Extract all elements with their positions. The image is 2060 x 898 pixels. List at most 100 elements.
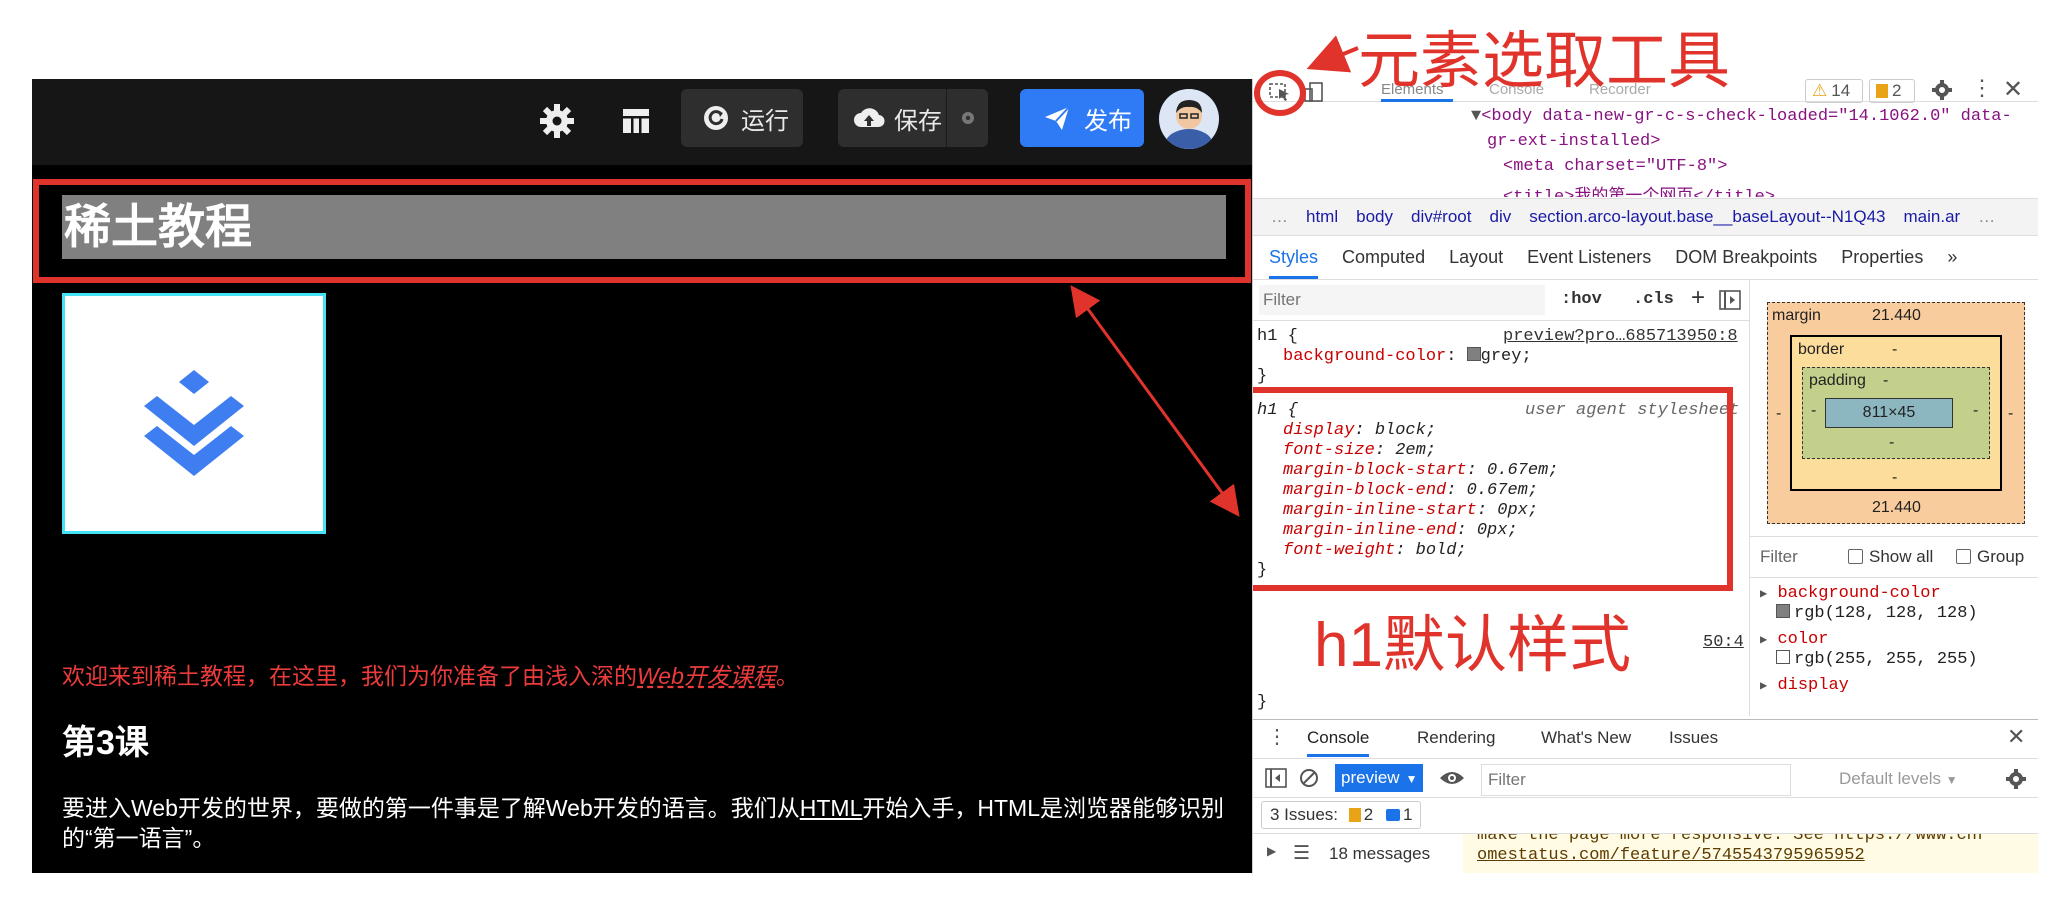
breadcrumb-div[interactable]: div	[1489, 207, 1511, 227]
element-picker-annotation: 元素选取工具	[1358, 27, 1731, 96]
more-options-icon[interactable]: ⋮	[1971, 79, 1993, 101]
computed-value-row: rgb(128, 128, 128)	[1776, 604, 1978, 623]
tab-dom-breakpoints[interactable]: DOM Breakpoints	[1675, 247, 1817, 268]
intro-text: 欢迎来到稀土教程，在这里，我们为你准备了由浅入深的Web开发课程。	[62, 657, 799, 691]
log-levels-dropdown[interactable]: Default levels ▼	[1839, 769, 1958, 789]
expand-arrow-icon[interactable]: ▶	[1267, 844, 1276, 858]
close-icon[interactable]: ✕	[2003, 79, 2023, 104]
publish-button[interactable]: 发布	[1020, 89, 1144, 147]
show-all-checkbox[interactable]: Show all	[1848, 547, 1933, 567]
tab-styles[interactable]: Styles	[1269, 247, 1319, 279]
breadcrumb-html[interactable]: html	[1306, 207, 1338, 227]
breadcrumb-main[interactable]: main.ar	[1904, 207, 1961, 227]
console-settings-icon[interactable]	[2005, 768, 2027, 790]
box-model-pane: margin 21.440 21.440 - - border - - padd…	[1750, 280, 2038, 716]
h1-highlight-box	[33, 179, 1251, 283]
breadcrumb-start[interactable]: …	[1271, 207, 1288, 227]
layout-grid-icon[interactable]	[616, 101, 656, 141]
computed-prop-name: color	[1777, 630, 1829, 649]
drawer-close-icon[interactable]: ✕	[2007, 724, 2025, 750]
run-label: 运行	[741, 107, 789, 135]
cls-toggle[interactable]: .cls	[1633, 290, 1674, 309]
tab-event-listeners[interactable]: Event Listeners	[1527, 247, 1651, 268]
computed-item[interactable]: ▶ color	[1760, 630, 1828, 649]
border-label: border	[1798, 341, 1845, 358]
rule1-source-link[interactable]: preview?pro…685713950:8	[1503, 327, 1738, 346]
settings-icon[interactable]	[1931, 79, 1953, 101]
rule1-selector[interactable]: h1 {	[1257, 327, 1298, 346]
context-selector[interactable]: preview ▼	[1335, 764, 1423, 792]
messages-count[interactable]: 18 messages	[1329, 844, 1430, 864]
styles-subtab-bar: Styles Computed Layout Event Listeners D…	[1253, 235, 2038, 280]
margin-left-value: -	[1776, 405, 1782, 422]
hov-toggle[interactable]: :hov	[1561, 290, 1602, 309]
drawer-tab-issues[interactable]: Issues	[1669, 728, 1718, 748]
tab-properties[interactable]: Properties	[1841, 247, 1923, 268]
issues-bar: 3 Issues: 2 1	[1253, 797, 2038, 834]
rule1-close: }	[1257, 367, 1268, 386]
issues-summary-button[interactable]: 3 Issues: 2 1	[1261, 801, 1422, 829]
box-model-padding[interactable]: padding - - - - 811×45	[1802, 367, 1990, 459]
lesson-heading: 第3课	[62, 724, 149, 762]
dom-meta-line[interactable]: <meta charset="UTF-8">	[1503, 157, 1727, 176]
console-toolbar: preview ▼ Default levels ▼	[1253, 758, 2038, 798]
warning-icon: ⚠	[1812, 81, 1828, 100]
computed-item[interactable]: ▶ display	[1760, 676, 1849, 692]
ua-styles-highlight-box	[1253, 387, 1733, 591]
computed-item[interactable]: ▶ background-color	[1760, 584, 1941, 603]
box-model-margin[interactable]: margin 21.440 21.440 - - border - - padd…	[1767, 302, 2025, 524]
save-button[interactable]: 保存	[838, 89, 988, 147]
issues-warn-count: 2	[1363, 805, 1374, 824]
issues-summary-label: 3 Issues:	[1270, 805, 1339, 824]
group-checkbox[interactable]: Group	[1956, 547, 2024, 567]
msg-line1: make the page more responsive. See https…	[1477, 834, 1988, 845]
new-rule-icon[interactable]: +	[1691, 284, 1705, 312]
run-button[interactable]: 运行	[681, 89, 803, 147]
border-top-value: -	[1892, 341, 1898, 358]
tab-computed[interactable]: Computed	[1342, 247, 1425, 268]
breadcrumb-body[interactable]: body	[1356, 207, 1393, 227]
messages-sidebar: ▶ ☰ 18 messages	[1253, 834, 1463, 873]
body-paragraph: 要进入Web开发的世界，要做的第一件事是了解Web开发的语言。我们从HTML开始…	[62, 793, 1232, 853]
drawer-tab-rendering[interactable]: Rendering	[1417, 728, 1495, 748]
html-link[interactable]: HTML	[800, 795, 863, 821]
color-swatch-icon	[1776, 650, 1790, 664]
dropdown-arrow-icon: ▼	[1405, 772, 1418, 786]
border-bottom-value: -	[1892, 469, 1898, 486]
tab-overflow[interactable]: »	[1947, 247, 1957, 268]
rule3-source-link[interactable]: 50:4	[1703, 633, 1744, 652]
rule1-prop: background-color	[1283, 347, 1447, 366]
computed-filter-input[interactable]: Filter	[1760, 547, 1798, 567]
dom-title-line[interactable]: <title>我的第一个网页</title>	[1503, 181, 1775, 197]
dom-body-line1[interactable]: ▼<body data-new-gr-c-s-check-loaded="14.…	[1471, 107, 2012, 126]
box-model-border[interactable]: border - - padding - - - - 811×45	[1790, 335, 2002, 491]
drawer-menu-icon[interactable]: ⋮	[1267, 724, 1287, 749]
box-model-content[interactable]: 811×45	[1825, 398, 1953, 428]
issues-badge[interactable]: 2	[1869, 79, 1915, 103]
avatar[interactable]	[1159, 89, 1219, 149]
computed-value-row: rgb(255, 255, 255)	[1776, 650, 1978, 669]
grey-swatch-icon[interactable]	[1466, 347, 1481, 361]
drawer-tab-console[interactable]: Console	[1307, 728, 1370, 757]
picker-arrow	[1306, 35, 1359, 73]
console-filter-input[interactable]	[1481, 764, 1791, 796]
dropdown-arrow-icon: ▼	[1945, 773, 1958, 787]
clear-console-icon[interactable]	[1299, 768, 1319, 788]
console-drawer: ⋮ Console Rendering What's New Issues ✕ …	[1253, 719, 2038, 873]
drawer-tab-whats-new[interactable]: What's New	[1541, 728, 1631, 748]
breadcrumb-end[interactable]: …	[1978, 207, 1995, 227]
breadcrumb-section[interactable]: section.arco-layout.base__baseLayout--N1…	[1529, 207, 1885, 227]
tab-layout[interactable]: Layout	[1449, 247, 1503, 268]
course-link[interactable]: Web开发课程	[637, 663, 776, 689]
sidebar-toggle-icon[interactable]	[1719, 290, 1741, 310]
breadcrumb-root[interactable]: div#root	[1411, 207, 1471, 227]
msg-feature-link[interactable]: omestatus.com/feature/5745543795965952	[1477, 846, 1865, 865]
save-settings-icon[interactable]	[959, 109, 977, 127]
device-toolbar-icon[interactable]	[1303, 82, 1325, 102]
styles-filter-input[interactable]	[1259, 285, 1545, 315]
rule1-declaration[interactable]: background-color: grey;	[1283, 347, 1532, 366]
eye-icon[interactable]	[1439, 769, 1465, 787]
console-sidebar-icon[interactable]	[1265, 768, 1287, 788]
gear-icon[interactable]	[537, 101, 577, 141]
warnings-badge[interactable]: ⚠ 14	[1805, 79, 1863, 103]
